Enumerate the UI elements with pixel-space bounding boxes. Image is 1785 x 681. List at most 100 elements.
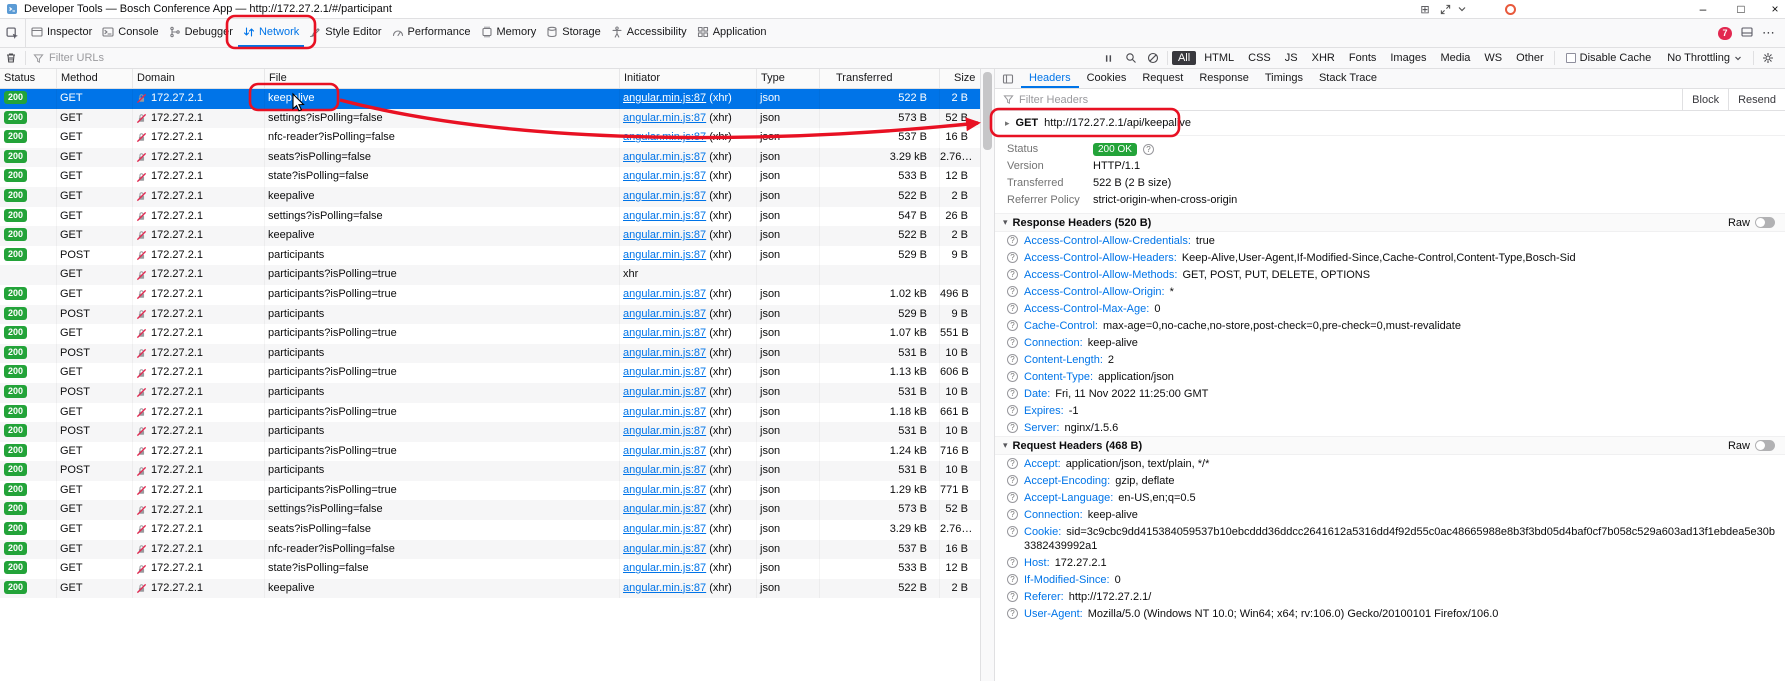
- pick-element-button[interactable]: [0, 19, 26, 47]
- help-icon[interactable]: ?: [1007, 388, 1018, 399]
- table-row[interactable]: 200GET172.27.2.1keepaliveangular.min.js:…: [0, 579, 980, 599]
- details-tab-stack-trace[interactable]: Stack Trace: [1311, 69, 1385, 88]
- initiator-link[interactable]: angular.min.js:87: [623, 366, 706, 378]
- table-row[interactable]: 200GET172.27.2.1nfc-reader?isPolling=fal…: [0, 128, 980, 148]
- tab-memory[interactable]: Memory: [476, 19, 542, 47]
- help-icon[interactable]: ?: [1007, 320, 1018, 331]
- help-icon[interactable]: ?: [1007, 526, 1018, 537]
- initiator-link[interactable]: angular.min.js:87: [623, 229, 706, 241]
- request-blocking-icon[interactable]: [1142, 48, 1164, 68]
- table-row[interactable]: 200POST172.27.2.1participantsangular.min…: [0, 383, 980, 403]
- column-header-transferred[interactable]: Transferred: [820, 69, 940, 88]
- help-icon[interactable]: ?: [1007, 269, 1018, 280]
- chevron-down-icon[interactable]: [1454, 0, 1470, 18]
- table-row[interactable]: 200GET172.27.2.1settings?isPolling=false…: [0, 500, 980, 520]
- disclosure-icon[interactable]: ▸: [1005, 118, 1010, 129]
- maximize-button[interactable]: □: [1728, 0, 1754, 18]
- table-row[interactable]: 200GET172.27.2.1keepaliveangular.min.js:…: [0, 187, 980, 207]
- initiator-link[interactable]: angular.min.js:87: [623, 327, 706, 339]
- tab-inspector[interactable]: Inspector: [26, 19, 97, 47]
- initiator-link[interactable]: angular.min.js:87: [623, 445, 706, 457]
- header-row[interactable]: ?User-Agent:Mozilla/5.0 (Windows NT 10.0…: [995, 605, 1785, 622]
- initiator-link[interactable]: angular.min.js:87: [623, 386, 706, 398]
- header-row[interactable]: ?Accept-Language:en-US,en;q=0.5: [995, 489, 1785, 506]
- header-row[interactable]: ?Access-Control-Allow-Headers:Keep-Alive…: [995, 249, 1785, 266]
- header-row[interactable]: ?Connection:keep-alive: [995, 506, 1785, 523]
- table-row[interactable]: 200GET172.27.2.1seats?isPolling=falseang…: [0, 520, 980, 540]
- help-icon[interactable]: ?: [1007, 405, 1018, 416]
- header-row[interactable]: ?Referer:http://172.27.2.1/: [995, 588, 1785, 605]
- table-row[interactable]: 200GET172.27.2.1nfc-reader?isPolling=fal…: [0, 540, 980, 560]
- table-row[interactable]: 200GET172.27.2.1participants?isPolling=t…: [0, 285, 980, 305]
- column-header-file[interactable]: File: [265, 69, 620, 88]
- help-icon[interactable]: ?: [1007, 252, 1018, 263]
- initiator-link[interactable]: angular.min.js:87: [623, 543, 706, 555]
- initiator-link[interactable]: angular.min.js:87: [623, 523, 706, 535]
- initiator-link[interactable]: angular.min.js:87: [623, 582, 706, 594]
- column-header-status[interactable]: Status: [0, 69, 57, 88]
- pause-icon[interactable]: [1098, 48, 1120, 68]
- search-icon[interactable]: [1120, 48, 1142, 68]
- block-button[interactable]: Block: [1682, 89, 1728, 110]
- table-row[interactable]: 200GET172.27.2.1participants?isPolling=t…: [0, 481, 980, 501]
- table-row[interactable]: 200GET172.27.2.1participants?isPolling=t…: [0, 324, 980, 344]
- filter-pill-xhr[interactable]: XHR: [1306, 51, 1341, 65]
- table-row[interactable]: GET172.27.2.1participants?isPolling=true…: [0, 265, 980, 285]
- minimize-button[interactable]: –: [1690, 0, 1716, 18]
- split-console-icon[interactable]: [1741, 26, 1753, 41]
- initiator-link[interactable]: angular.min.js:87: [623, 92, 706, 104]
- table-row[interactable]: 200POST172.27.2.1participantsangular.min…: [0, 246, 980, 266]
- filter-pill-js[interactable]: JS: [1279, 51, 1304, 65]
- header-row[interactable]: ?Server:nginx/1.5.6: [995, 419, 1785, 436]
- initiator-link[interactable]: angular.min.js:87: [623, 190, 706, 202]
- table-row[interactable]: 200POST172.27.2.1participantsangular.min…: [0, 344, 980, 364]
- details-tab-cookies[interactable]: Cookies: [1079, 69, 1135, 88]
- resend-button[interactable]: Resend: [1728, 89, 1785, 110]
- sidebar-toggle-icon[interactable]: [995, 69, 1021, 88]
- header-row[interactable]: ?Cookie:sid=3c9cbc9dd415384059537b10ebcd…: [995, 523, 1785, 554]
- column-header-type[interactable]: Type: [757, 69, 820, 88]
- header-row[interactable]: ?Date:Fri, 11 Nov 2022 11:25:00 GMT: [995, 385, 1785, 402]
- help-icon[interactable]: ?: [1007, 422, 1018, 433]
- raw-toggle[interactable]: [1755, 440, 1775, 451]
- tab-accessibility[interactable]: Accessibility: [606, 19, 692, 47]
- throttling-dropdown[interactable]: No Throttling: [1659, 52, 1750, 64]
- column-header-initiator[interactable]: Initiator: [620, 69, 757, 88]
- header-row[interactable]: ?If-Modified-Since:0: [995, 571, 1785, 588]
- help-icon[interactable]: ?: [1007, 458, 1018, 469]
- table-row[interactable]: 200GET172.27.2.1settings?isPolling=false…: [0, 109, 980, 129]
- table-row[interactable]: 200GET172.27.2.1state?isPolling=falseang…: [0, 167, 980, 187]
- expand-icon[interactable]: [1436, 0, 1454, 18]
- filter-pill-other[interactable]: Other: [1510, 51, 1550, 65]
- initiator-link[interactable]: angular.min.js:87: [623, 112, 706, 124]
- table-row[interactable]: 200GET172.27.2.1participants?isPolling=t…: [0, 403, 980, 423]
- column-header-size[interactable]: Size: [940, 69, 980, 88]
- error-count-badge[interactable]: 7: [1718, 27, 1732, 40]
- table-row[interactable]: 200GET172.27.2.1keepaliveangular.min.js:…: [0, 226, 980, 246]
- tab-console[interactable]: Console: [97, 19, 163, 47]
- header-row[interactable]: ?Connection:keep-alive: [995, 334, 1785, 351]
- request-url-row[interactable]: ▸ GET http://172.27.2.1/api/keepalive: [995, 111, 1785, 136]
- header-row[interactable]: ?Content-Type:application/json: [995, 368, 1785, 385]
- filter-urls-input[interactable]: Filter URLs: [29, 52, 1098, 64]
- filter-pill-images[interactable]: Images: [1384, 51, 1432, 65]
- header-row[interactable]: ?Access-Control-Allow-Methods:GET, POST,…: [995, 266, 1785, 283]
- initiator-link[interactable]: angular.min.js:87: [623, 308, 706, 320]
- filter-headers-input[interactable]: Filter Headers: [1019, 94, 1088, 106]
- devtools-menu-button[interactable]: ⋯: [1762, 25, 1775, 41]
- help-icon[interactable]: ?: [1007, 509, 1018, 520]
- help-icon[interactable]: ?: [1007, 475, 1018, 486]
- column-header-method[interactable]: Method: [57, 69, 133, 88]
- help-icon[interactable]: ?: [1143, 144, 1154, 155]
- vertical-scrollbar[interactable]: [980, 69, 995, 681]
- help-icon[interactable]: ?: [1007, 337, 1018, 348]
- table-row[interactable]: 200GET172.27.2.1settings?isPolling=false…: [0, 207, 980, 227]
- initiator-link[interactable]: angular.min.js:87: [623, 425, 706, 437]
- grid-icon[interactable]: ⊞: [1416, 0, 1434, 18]
- table-row[interactable]: 200GET172.27.2.1participants?isPolling=t…: [0, 442, 980, 462]
- details-tab-timings[interactable]: Timings: [1257, 69, 1311, 88]
- help-icon[interactable]: ?: [1007, 303, 1018, 314]
- disable-cache-control[interactable]: Disable Cache: [1566, 52, 1652, 64]
- column-header-domain[interactable]: Domain: [133, 69, 265, 88]
- initiator-link[interactable]: angular.min.js:87: [623, 464, 706, 476]
